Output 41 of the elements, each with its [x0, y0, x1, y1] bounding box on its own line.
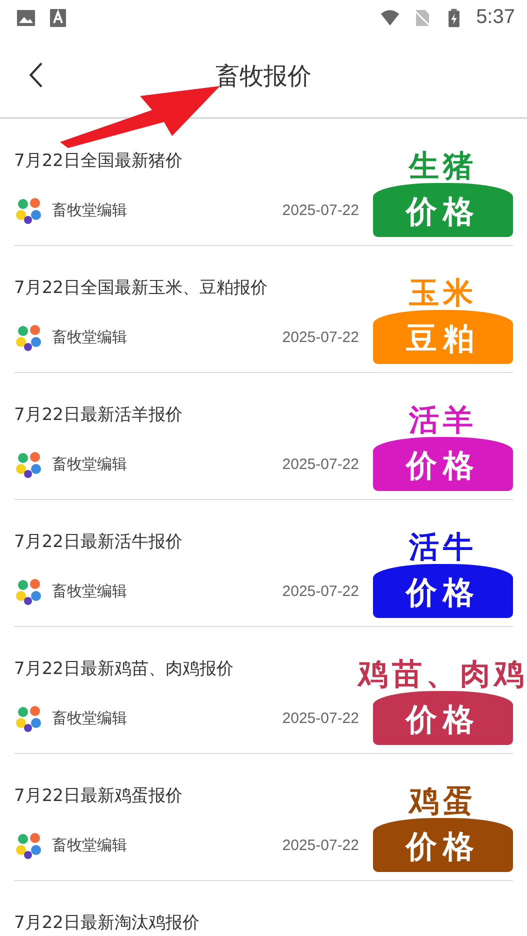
author-name: 畜牧堂编辑	[52, 328, 128, 346]
article-date: 2025-07-22	[282, 836, 359, 854]
thumbnail-heading: 鸡蛋	[409, 784, 477, 820]
thumbnail-heading: 活牛	[409, 530, 477, 566]
article-title[interactable]: 7月22日最新鸡蛋报价	[14, 784, 373, 807]
article-date: 2025-07-22	[282, 582, 359, 600]
flower-logo-icon	[14, 322, 44, 352]
wifi-icon	[380, 8, 400, 28]
thumbnail-banner: 价格	[373, 564, 513, 618]
article-title[interactable]: 7月22日全国最新玉米、豆粕报价	[14, 276, 373, 299]
page-title: 畜牧报价	[216, 61, 312, 92]
article-title[interactable]: 7月22日全国最新猪价	[14, 149, 373, 172]
thumbnail-heading: 生猪	[409, 149, 477, 185]
thumbnail-banner: 价格	[373, 437, 513, 491]
article-date: 2025-07-22	[282, 456, 359, 472]
article-date: 2025-07-22	[282, 202, 359, 218]
author-name: 畜牧堂编辑	[52, 200, 128, 220]
article-title[interactable]: 7月22日最新活羊报价	[14, 403, 373, 426]
font-icon	[48, 8, 68, 28]
thumbnail-heading: 玉米	[409, 276, 477, 312]
thumbnail-banner: 价格	[373, 691, 513, 745]
thumbnail-heading: 鸡苗、肉鸡	[358, 657, 527, 693]
flower-logo-icon	[14, 576, 44, 606]
thumbnail-banner: 价格	[373, 818, 513, 872]
author-name: 畜牧堂编辑	[52, 454, 128, 474]
author-name: 畜牧堂编辑	[52, 836, 128, 854]
thumbnail-banner: 豆粕	[373, 310, 513, 364]
flower-logo-icon	[14, 195, 44, 225]
author-name: 畜牧堂编辑	[52, 582, 128, 600]
image-icon	[16, 8, 36, 28]
article-title[interactable]: 7月22日最新淘汰鸡报价	[14, 911, 513, 934]
thumbnail-heading: 活羊	[409, 403, 477, 439]
article-title[interactable]: 7月22日最新活牛报价	[14, 530, 373, 553]
flower-logo-icon	[14, 449, 44, 479]
flower-logo-icon	[14, 830, 44, 860]
thumbnail-banner: 价格	[373, 183, 513, 237]
author-name: 畜牧堂编辑	[52, 708, 128, 728]
flower-logo-icon	[14, 703, 44, 733]
article-date: 2025-07-22	[282, 710, 359, 726]
status-time: 5:37	[476, 6, 515, 29]
article-date: 2025-07-22	[282, 328, 359, 346]
